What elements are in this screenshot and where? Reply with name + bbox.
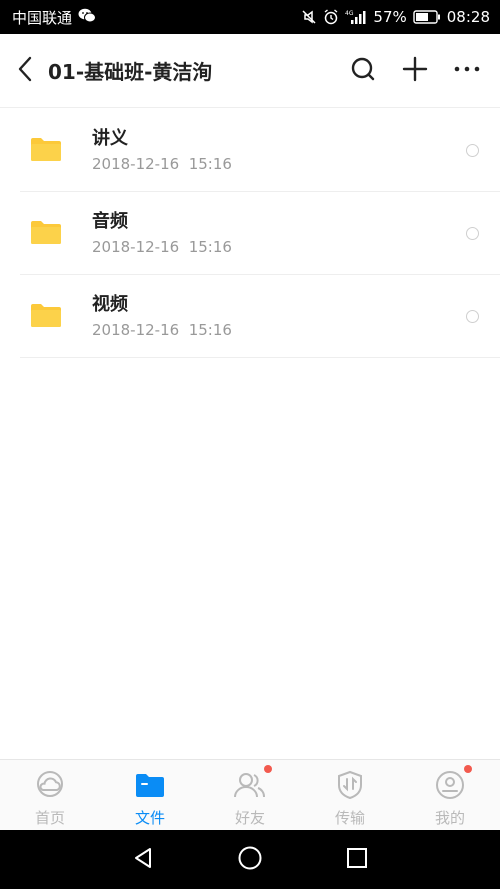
status-left: 中国联通 — [12, 7, 97, 28]
clock-label: 08:28 — [446, 8, 490, 26]
status-bar: 中国联通 4G 57% 08:28 — [0, 0, 500, 34]
carrier-label: 中国联通 — [12, 8, 73, 27]
file-date: 2018-12-16 15:16 — [92, 320, 232, 339]
nav-recents-button[interactable] — [335, 838, 379, 882]
bottom-tab-bar: 首页 文件 好友 传输 我的 — [0, 759, 500, 830]
tab-profile[interactable]: 我的 — [400, 760, 500, 830]
tab-label: 首页 — [34, 809, 65, 827]
home-circle-icon — [237, 845, 263, 875]
friends-icon — [234, 765, 272, 801]
file-date: 2018-12-16 15:16 — [92, 237, 232, 256]
tab-friends[interactable]: 好友 — [200, 760, 300, 830]
select-radio[interactable] — [466, 227, 479, 240]
tab-label: 传输 — [334, 809, 365, 827]
tab-label: 我的 — [434, 809, 465, 827]
file-name: 讲义 — [92, 127, 128, 149]
alarm-icon — [323, 9, 339, 25]
list-item-folder-2[interactable]: 音频 2018-12-16 15:16 — [0, 192, 500, 275]
badge-dot — [464, 765, 472, 773]
battery-icon — [413, 10, 441, 24]
status-right: 4G 57% 08:28 — [301, 8, 490, 26]
tab-files[interactable]: 文件 — [100, 760, 200, 830]
list-item-folder-3[interactable]: 视频 2018-12-16 15:16 — [0, 275, 500, 358]
more-icon — [454, 56, 480, 86]
app-header: 01-基础班-黄洁洵 — [0, 34, 500, 108]
tab-home[interactable]: 首页 — [0, 760, 100, 830]
more-button[interactable] — [448, 52, 486, 90]
header-actions — [344, 52, 486, 90]
plus-icon — [402, 56, 428, 86]
tab-label: 好友 — [234, 809, 265, 827]
file-name: 视频 — [92, 293, 128, 315]
list-item-folder-1[interactable]: 讲义 2018-12-16 15:16 — [0, 109, 500, 192]
svg-text:4G: 4G — [345, 10, 354, 17]
back-button[interactable] — [2, 34, 48, 108]
wechat-icon — [78, 8, 97, 27]
select-radio[interactable] — [466, 144, 479, 157]
page-title: 01-基础班-黄洁洵 — [48, 60, 213, 84]
tab-transfer[interactable]: 传输 — [300, 760, 400, 830]
system-nav-bar — [0, 830, 500, 889]
nav-back-button[interactable] — [121, 838, 165, 882]
battery-label: 57% — [373, 8, 407, 26]
profile-icon — [434, 765, 472, 801]
file-date: 2018-12-16 15:16 — [92, 154, 232, 173]
file-text: 讲义 2018-12-16 15:16 — [92, 127, 466, 175]
transfer-icon — [334, 769, 366, 801]
file-name: 音频 — [92, 210, 128, 232]
nav-home-button[interactable] — [228, 838, 272, 882]
file-text: 音频 2018-12-16 15:16 — [92, 210, 466, 258]
search-button[interactable] — [344, 52, 382, 90]
folder-icon — [0, 220, 92, 248]
folder-icon — [0, 303, 92, 331]
file-list: 讲义 2018-12-16 15:16 音频 2018-12-16 15:16 … — [0, 109, 500, 358]
folder-icon — [0, 137, 92, 165]
select-radio[interactable] — [466, 310, 479, 323]
folder-tab-icon — [134, 769, 166, 801]
file-text: 视频 2018-12-16 15:16 — [92, 293, 466, 341]
mute-icon — [301, 9, 317, 25]
recents-square-icon — [345, 846, 369, 874]
cloud-icon — [34, 769, 66, 801]
back-triangle-icon — [131, 846, 155, 874]
back-arrow-icon — [17, 55, 33, 87]
divider — [20, 357, 500, 358]
add-button[interactable] — [396, 52, 434, 90]
search-icon — [350, 56, 376, 86]
tab-label: 文件 — [134, 809, 165, 827]
signal-4g-icon: 4G — [345, 9, 367, 25]
badge-dot — [264, 765, 272, 773]
